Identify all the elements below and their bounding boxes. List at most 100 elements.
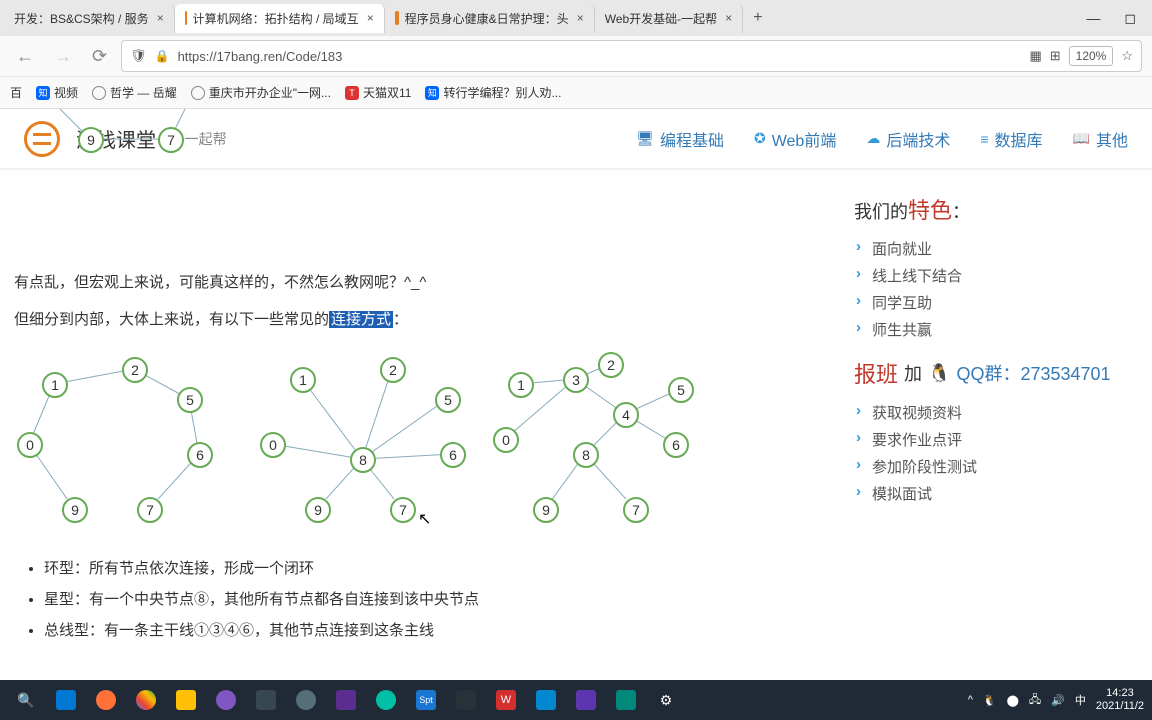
chevron-up-icon[interactable]: ^ [968,694,973,706]
browser-chrome: 开发：BS&CS架构 / 服务 × 计算机网络：拓扑结构 / 局域互 × 程序员身心… [0,0,1152,109]
minimize-icon[interactable]: — [1086,10,1100,27]
ime-indicator[interactable]: 中 [1075,692,1086,708]
shield-icon[interactable]: 🛡 [130,48,147,64]
forward-button[interactable]: → [48,42,78,71]
list-item[interactable]: 同学互助 [854,289,1132,316]
tab-label: 开发：BS&CS架构 / 服务 [14,10,149,27]
gear-icon: ⚙ [660,692,673,709]
taskbar-app[interactable] [208,684,244,716]
nav-backend[interactable]: ☁后端技术 [866,127,950,151]
taskbar-app[interactable] [48,684,84,716]
bookmark-item[interactable]: T天猫双11 [345,84,411,101]
close-icon[interactable]: × [367,11,374,25]
app-icon [616,690,636,710]
tray-icon[interactable]: 🐧 [983,694,997,707]
calculator-icon [256,690,276,710]
taskbar-app[interactable] [528,684,564,716]
graph-node: 7 [390,497,416,523]
network-icon[interactable]: 🖧 [1029,691,1041,710]
graph-node: 6 [663,432,689,458]
reader-icon[interactable]: ▦ [1029,48,1041,64]
bookmark-star-icon[interactable]: ☆ [1121,48,1133,64]
graph-node: 0 [17,432,43,458]
graph-node: 2 [598,352,624,378]
list-item[interactable]: 要求作业点评 [854,426,1132,453]
taskbar-app[interactable]: ⚙ [648,684,684,716]
graph-node: 2 [380,357,406,383]
database-icon: ≡ [980,131,988,147]
app-icon [576,690,596,710]
back-button[interactable]: ← [10,42,40,71]
qr-icon[interactable]: ⊞ [1050,48,1061,64]
list-item[interactable]: 参加阶段性测试 [854,453,1132,480]
graph-node: 1 [290,367,316,393]
taskbar-app[interactable] [288,684,324,716]
list-item[interactable]: 面向就业 [854,235,1132,262]
graph-edges [30,169,330,239]
taskbar-app[interactable] [448,684,484,716]
tab-3[interactable]: Web开发基础-一起帮× [595,4,743,33]
maximize-icon[interactable]: ◻ [1124,10,1136,27]
bookmark-item[interactable]: 知视频 [36,84,78,101]
search-button[interactable]: 🔍 [8,684,44,716]
close-icon[interactable]: × [725,11,732,25]
reload-button[interactable]: ⟳ [86,42,113,71]
bookmark-item[interactable]: 知转行学编程？别人劝... [425,84,561,101]
graph-node: 2 [122,357,148,383]
graph-node: 6 [187,442,213,468]
list-item[interactable]: 获取视频资料 [854,399,1132,426]
taskbar-app[interactable] [88,684,124,716]
obs-icon [296,690,316,710]
graph-node: 4 [613,402,639,428]
zoom-level[interactable]: 120% [1069,46,1114,66]
bookmarks-bar: 百 知视频 哲学 — 岳耀 重庆市开办企业"一网... T天猫双11 知转行学编… [0,76,1152,108]
favicon-icon [185,11,187,25]
url-input[interactable]: 🛡 🔒 https://17bang.ren/Code/183 ▦ ⊞ 120%… [121,40,1142,72]
graph-node: 5 [668,377,694,403]
taskbar-app[interactable] [168,684,204,716]
sidebar-heading: 我们的特色： [854,193,1132,225]
list-item[interactable]: 线上线下结合 [854,262,1132,289]
bookmark-item[interactable]: 百 [10,84,22,101]
close-icon[interactable]: × [157,11,164,25]
clock[interactable]: 14:23 2021/11/2 [1096,687,1144,713]
tab-2[interactable]: 程序员身心健康&日常护理：头× [385,4,595,33]
taskbar-app[interactable] [248,684,284,716]
nav-other[interactable]: 📖其他 [1073,127,1128,151]
visualstudio-icon [336,690,356,710]
taskbar-app[interactable] [128,684,164,716]
graph-node: 5 [177,387,203,413]
graph-node: 9 [62,497,88,523]
taskbar-app[interactable] [608,684,644,716]
graph-node: 6 [440,442,466,468]
taskbar-app[interactable]: Spt [408,684,444,716]
tab-1[interactable]: 计算机网络：拓扑结构 / 局域互 × [175,4,385,33]
qq-icon: 🐧 [928,363,950,384]
bookmark-item[interactable]: 重庆市开办企业"一网... [191,84,331,101]
highlighted-text: 连接方式 [329,311,393,328]
nav-programming[interactable]: 🖥编程基础 [636,127,724,151]
nav-database[interactable]: ≡数据库 [980,127,1042,151]
list-item[interactable]: 师生共赢 [854,316,1132,343]
main-nav: 🖥编程基础 ✪Web前端 ☁后端技术 ≡数据库 📖其他 [636,127,1128,151]
edge-icon [56,690,76,710]
wechat-icon [376,690,396,710]
tab-0[interactable]: 开发：BS&CS架构 / 服务 × [4,4,175,33]
qq-group-link[interactable]: QQ群：273534701 [956,360,1110,386]
taskbar-app[interactable] [368,684,404,716]
paragraph: 有点乱，但宏观上来说，可能真这样的，不然怎么教网呢？^_^ [14,269,832,296]
graph-node: 9 [533,497,559,523]
close-icon[interactable]: × [577,11,584,25]
taskbar-app[interactable] [568,684,604,716]
list-item[interactable]: 模拟面试 [854,480,1132,507]
list-item: 总线型：有一条主干线①③④⑥，其他节点连接到这条主线 [44,617,832,644]
taskbar-app[interactable]: W [488,684,524,716]
new-tab-button[interactable]: + [743,5,772,31]
nav-web[interactable]: ✪Web前端 [754,127,836,151]
volume-icon[interactable]: 🔊 [1051,694,1065,707]
bookmark-item[interactable]: 哲学 — 岳耀 [92,84,177,101]
tray-icon[interactable]: ⬤ [1007,694,1019,707]
taskbar-app[interactable] [328,684,364,716]
address-bar: ← → ⟳ 🛡 🔒 https://17bang.ren/Code/183 ▦ … [0,36,1152,76]
tab-label: 计算机网络：拓扑结构 / 局域互 [193,10,359,27]
